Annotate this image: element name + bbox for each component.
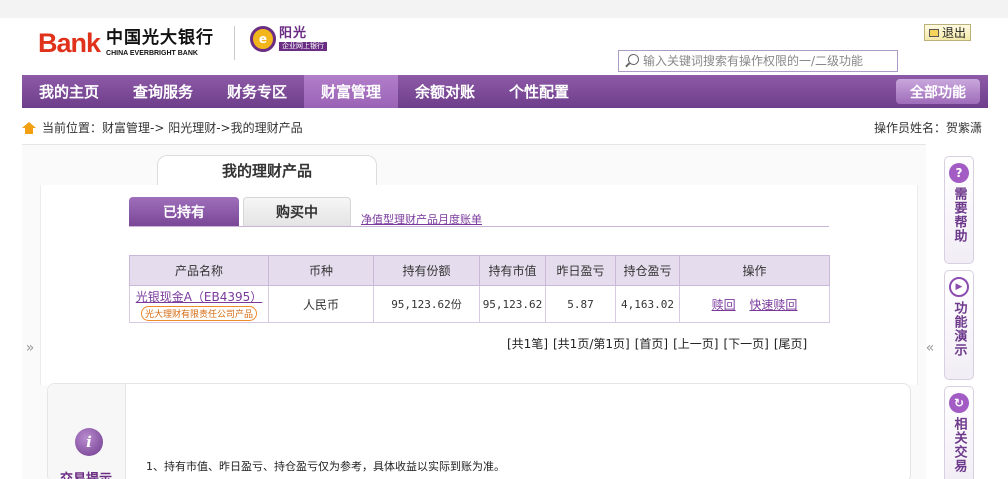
nav-item-finance[interactable]: 财务专区 — [210, 75, 304, 108]
top-strip — [0, 0, 1008, 18]
bank-logo-mark: Bank — [38, 28, 101, 58]
logout-icon — [929, 28, 939, 37]
col-market-value: 持有市值 — [479, 255, 546, 286]
help-label: 需要帮助 — [951, 187, 967, 243]
table-header-row: 产品名称 币种 持有份额 持有市值 昨日盈亏 持仓盈亏 操作 — [129, 255, 830, 286]
col-currency: 币种 — [268, 255, 374, 286]
holding-tabs: 已持有 购买中 净值型理财产品月度账单 — [129, 197, 829, 227]
trade-tips-box: i 交易提示 1、持有市值、昨日盈亏、持仓盈亏仅为参考，具体收益以实际到账为准。 — [47, 383, 911, 479]
pager-page-info: [共1页/第1页] — [553, 337, 630, 351]
logout-button[interactable]: 退出 — [924, 24, 972, 41]
nav-item-settings[interactable]: 个性配置 — [492, 75, 586, 108]
bank-name-cn: 中国光大银行 — [106, 28, 215, 48]
col-actions: 操作 — [679, 255, 830, 286]
function-search — [618, 50, 898, 72]
related-icon: ↻ — [949, 393, 969, 413]
yesterday-pnl-cell: 5.87 — [545, 285, 616, 323]
table-row: 光银现金A（EB4395） 光大理财有限责任公司产品 人民币 95,123.62… — [129, 285, 830, 323]
help-button[interactable]: ? 需要帮助 — [944, 156, 974, 264]
redeem-link[interactable]: 赎回 — [712, 298, 736, 312]
operator-name: 操作员姓名：贺紫潇 — [873, 121, 982, 135]
search-input[interactable] — [643, 54, 891, 68]
pager-next[interactable]: [下一页] — [723, 335, 768, 352]
col-product-name: 产品名称 — [129, 255, 269, 286]
search-icon[interactable] — [625, 54, 639, 68]
actions-cell: 赎回 快速赎回 — [679, 285, 830, 323]
pager-first[interactable]: [首页] — [635, 335, 668, 352]
position-pnl-cell: 4,163.02 — [615, 285, 680, 323]
nav-item-wealth[interactable]: 财富管理 — [304, 75, 398, 108]
help-icon: ? — [949, 163, 969, 183]
product-name-link[interactable]: 光银现金A（EB4395） — [130, 288, 268, 305]
related-trades-button[interactable]: ↻ 相关交易 — [944, 386, 974, 479]
related-label: 相关交易 — [951, 417, 967, 473]
demo-label: 功能演示 — [951, 301, 967, 357]
pager-prev[interactable]: [上一页] — [673, 335, 718, 352]
col-shares: 持有份额 — [373, 255, 480, 286]
header: Bank 中国光大银行 CHINA EVERBRIGHT BANK e 阳光 企… — [0, 18, 1008, 74]
pagination: [共1笔] [共1页/第1页] [首页] [上一页] [下一页] [尾页] — [507, 335, 807, 352]
info-icon: i — [75, 428, 103, 456]
logo-divider — [234, 26, 235, 60]
monthly-statement-link[interactable]: 净值型理财产品月度账单 — [361, 211, 482, 227]
collapse-right-icon[interactable]: « — [922, 340, 938, 356]
pager-last[interactable]: [尾页] — [774, 335, 807, 352]
quick-redeem-link[interactable]: 快速赎回 — [749, 298, 797, 312]
bank-logo: Bank 中国光大银行 CHINA EVERBRIGHT BANK — [38, 28, 214, 59]
nav-item-query[interactable]: 查询服务 — [116, 75, 210, 108]
sunlight-logo: e 阳光 企业网上银行 — [250, 26, 327, 52]
pager-total-count: [共1笔] — [507, 337, 548, 351]
breadcrumb: 当前位置：财富管理-> 阳光理财->我的理财产品 — [22, 119, 303, 136]
tab-holding[interactable]: 已持有 — [129, 197, 239, 226]
right-sidebar: ? 需要帮助 ▶ 功能演示 ↻ 相关交易 — [940, 144, 978, 479]
home-icon — [22, 121, 36, 134]
product-issuer-badge: 光大理财有限责任公司产品 — [140, 305, 257, 321]
page-title: 我的理财产品 — [157, 155, 377, 185]
tips-side: i 交易提示 — [48, 384, 126, 479]
logout-label: 退出 — [942, 26, 967, 40]
all-functions-button[interactable]: 全部功能 — [896, 79, 980, 104]
play-icon: ▶ — [949, 277, 969, 297]
nav-item-home[interactable]: 我的主页 — [22, 75, 116, 108]
holdings-table: 产品名称 币种 持有份额 持有市值 昨日盈亏 持仓盈亏 操作 光银现金A（EB4… — [129, 255, 830, 323]
col-yesterday-pnl: 昨日盈亏 — [545, 255, 616, 286]
demo-button[interactable]: ▶ 功能演示 — [944, 270, 974, 380]
main-nav: 我的主页 查询服务 财务专区 财富管理 余额对账 个性配置 全部功能 — [22, 75, 988, 108]
main-panel: 我的理财产品 » « 已持有 购买中 净值型理财产品月度账单 产品名称 币种 持… — [22, 144, 934, 479]
currency-cell: 人民币 — [268, 285, 374, 323]
market-value-cell: 95,123.62 — [479, 285, 546, 323]
tips-title: 交易提示 — [60, 468, 112, 479]
bank-name-en: CHINA EVERBRIGHT BANK — [106, 50, 198, 57]
tab-purchasing[interactable]: 购买中 — [243, 197, 351, 226]
nav-item-reconcile[interactable]: 余额对账 — [398, 75, 492, 108]
sunlight-subtitle: 企业网上银行 — [279, 42, 327, 51]
product-cell: 光银现金A（EB4395） 光大理财有限责任公司产品 — [129, 285, 269, 323]
tips-line-1: 1、持有市值、昨日盈亏、持仓盈亏仅为参考，具体收益以实际到账为准。 — [146, 460, 505, 473]
expand-left-icon[interactable]: » — [22, 340, 38, 356]
breadcrumb-text: 当前位置：财富管理-> 阳光理财->我的理财产品 — [42, 121, 303, 135]
sunlight-emblem-icon: e — [250, 26, 276, 52]
shares-cell: 95,123.62份 — [373, 285, 480, 323]
sunlight-title: 阳光 — [279, 26, 308, 41]
col-position-pnl: 持仓盈亏 — [615, 255, 680, 286]
